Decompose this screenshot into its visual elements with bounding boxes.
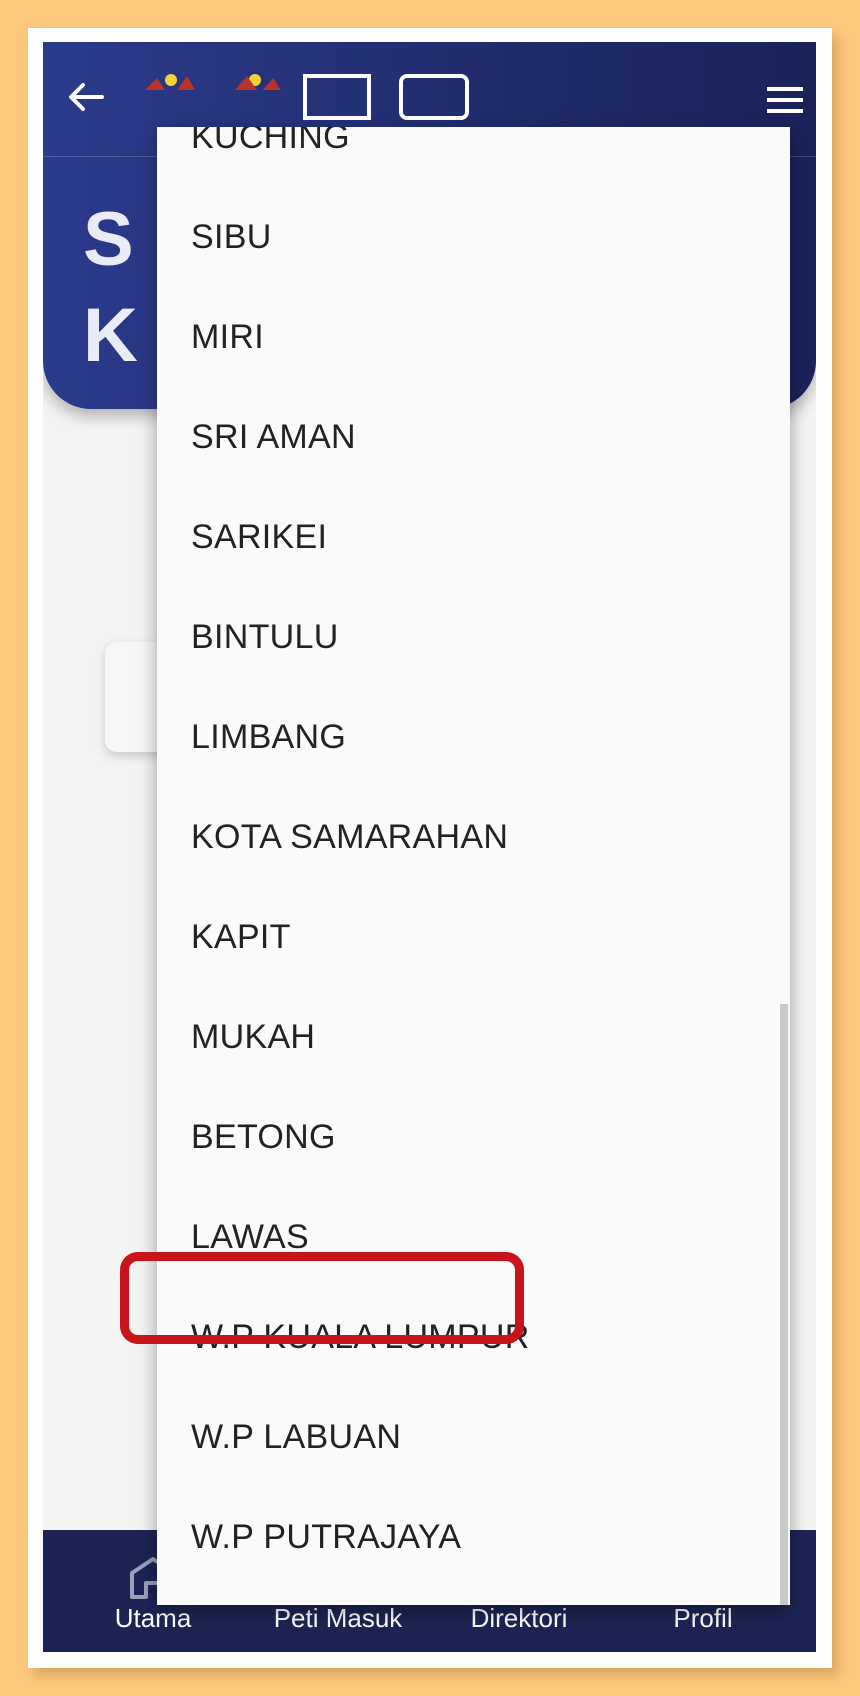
back-button[interactable]: [61, 72, 111, 122]
nav-label-peti-masuk: Peti Masuk: [273, 1603, 403, 1633]
nav-label-direktori: Direktori: [470, 1603, 568, 1633]
page-title-line-2: K: [83, 293, 138, 378]
hamburger-menu-button[interactable]: [763, 78, 807, 122]
dropdown-option[interactable]: KUCHING: [157, 127, 790, 187]
dropdown-option[interactable]: BETONG: [157, 1087, 790, 1187]
highlight-annotation-box: [120, 1252, 524, 1344]
crest-logo-icon: [145, 74, 469, 120]
district-dropdown-list[interactable]: KUCHING SIBU MIRI SRI AMAN SARIKEI BINTU…: [157, 127, 790, 1605]
dropdown-option[interactable]: MUKAH: [157, 987, 790, 1087]
dropdown-option[interactable]: SIBU: [157, 187, 790, 287]
dropdown-option[interactable]: W.P LABUAN: [157, 1387, 790, 1487]
dropdown-option[interactable]: BINTULU: [157, 587, 790, 687]
nav-label-utama: Utama: [114, 1603, 192, 1633]
page-title-line-1: S: [83, 197, 134, 282]
nav-label-profil: Profil: [673, 1603, 733, 1633]
dropdown-option[interactable]: KOTA SAMARAHAN: [157, 787, 790, 887]
dropdown-options: KUCHING SIBU MIRI SRI AMAN SARIKEI BINTU…: [157, 127, 790, 1587]
app-screen: S K Utama Peti Masuk Direktori Profil KU…: [43, 42, 816, 1652]
dropdown-option[interactable]: KAPIT: [157, 887, 790, 987]
arrow-left-icon: [69, 83, 104, 111]
page-title: S K: [83, 192, 163, 392]
logo-area: [135, 68, 555, 128]
dropdown-scrollbar[interactable]: [780, 1004, 788, 1605]
hamburger-icon: [767, 87, 803, 113]
dropdown-option[interactable]: SRI AMAN: [157, 387, 790, 487]
dropdown-option[interactable]: MIRI: [157, 287, 790, 387]
dropdown-option[interactable]: SARIKEI: [157, 487, 790, 587]
dropdown-option[interactable]: W.P PUTRAJAYA: [157, 1487, 790, 1587]
dropdown-option[interactable]: LIMBANG: [157, 687, 790, 787]
